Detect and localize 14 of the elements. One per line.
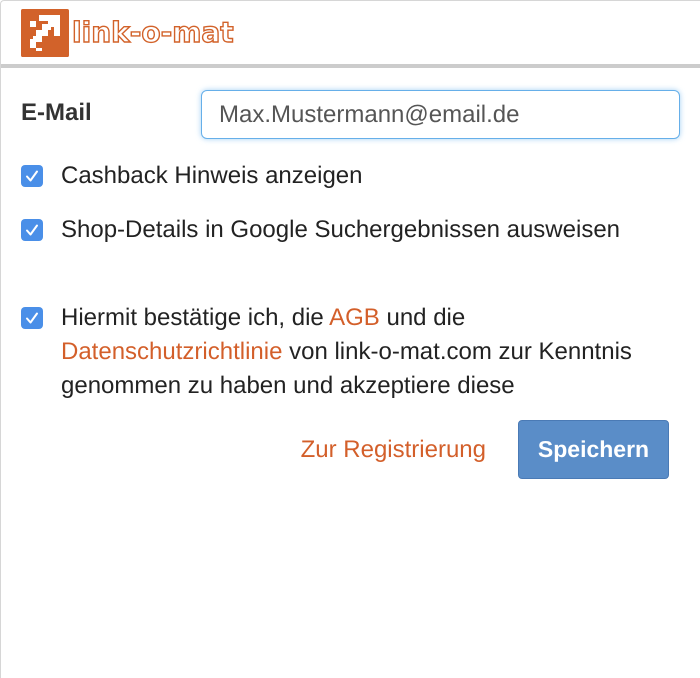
inline-link[interactable]: Datenschutzrichtlinie — [61, 338, 282, 365]
logo-icon — [21, 8, 69, 56]
register-link[interactable]: Zur Registrierung — [300, 436, 486, 464]
save-button[interactable]: Speichern — [518, 420, 669, 479]
checkbox[interactable] — [21, 165, 43, 187]
logo-text: link-o-mat — [72, 18, 234, 46]
email-field[interactable]: Max.Mustermann@email.de — [201, 90, 680, 139]
field-label: E-Mail — [21, 98, 93, 126]
inline-link[interactable]: AGB — [329, 304, 380, 331]
checkbox[interactable] — [21, 219, 43, 241]
checkbox-label: Cashback Hinweis anzeigen — [61, 161, 362, 191]
consent-text: Hiermit bestätige ich, die AGB und die Datenschutzrichtlinie von link-o-mat.com zur Kenntnis genommen zu haben und akzeptiere diese — [61, 303, 633, 401]
checkbox-label: Shop-Details in Google Suchergebnissen ausweisen — [61, 215, 620, 245]
checkbox[interactable] — [21, 307, 43, 329]
